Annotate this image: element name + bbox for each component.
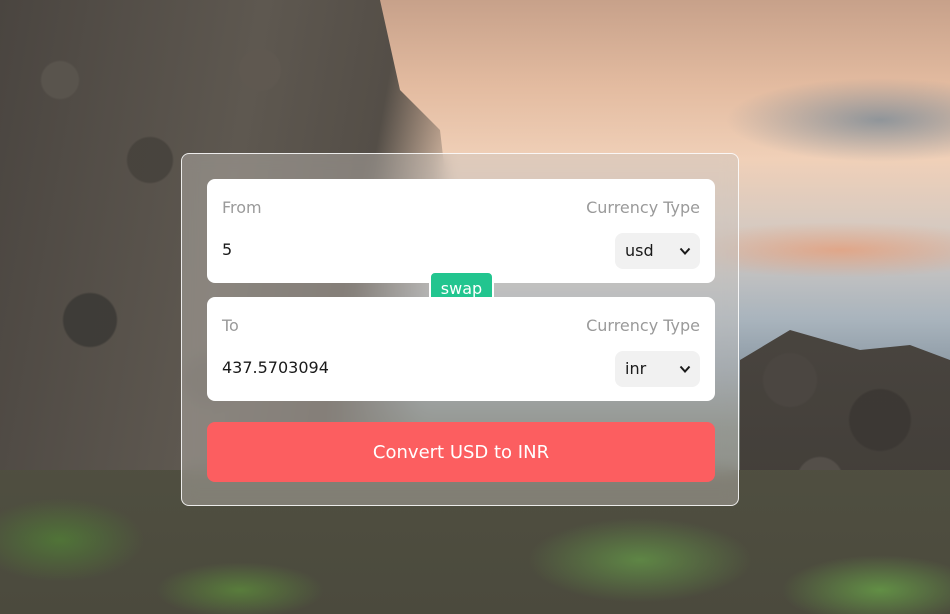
chevron-down-icon [679,365,691,373]
to-currency-select[interactable]: inr [615,351,700,387]
from-amount-input[interactable] [222,236,542,262]
background-landscape: From Currency Type usd swap To Currency … [0,0,950,614]
to-panel: To Currency Type inr [207,297,715,401]
chevron-down-icon [679,247,691,255]
to-currency-type-label: Currency Type [586,316,700,335]
converter-card: From Currency Type usd swap To Currency … [181,153,739,506]
from-currency-select[interactable]: usd [615,233,700,269]
to-amount-input[interactable] [222,354,542,380]
from-label: From [222,198,262,217]
from-currency-value: usd [625,241,654,260]
to-label: To [222,316,239,335]
from-panel: From Currency Type usd [207,179,715,283]
convert-button[interactable]: Convert USD to INR [207,422,715,482]
to-currency-value: inr [625,359,647,378]
from-currency-type-label: Currency Type [586,198,700,217]
